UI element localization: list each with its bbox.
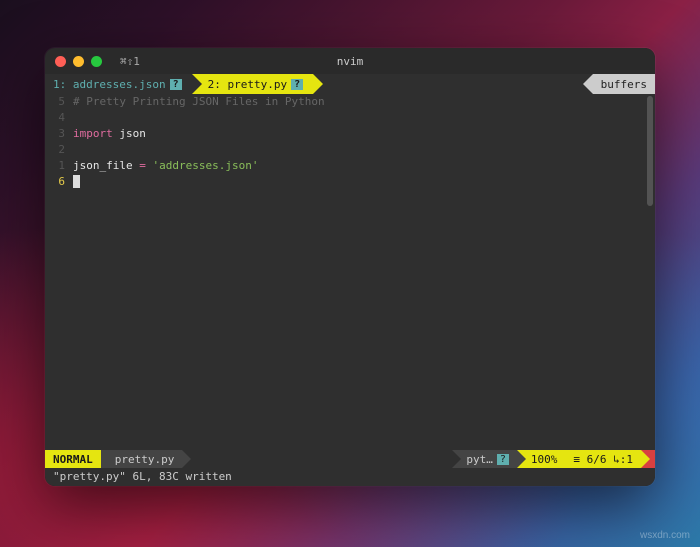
buffer-tab-addresses[interactable]: 1: addresses.json ? bbox=[45, 74, 192, 94]
line-number: 3 bbox=[45, 126, 65, 142]
status-position: ≡ 6/6 ↳:1 bbox=[565, 450, 641, 468]
status-percent: 100% bbox=[517, 450, 566, 468]
status-col-label: ↳:1 bbox=[613, 453, 633, 466]
zoom-icon[interactable] bbox=[91, 56, 102, 67]
terminal-window: ⌘⇧1 nvim 1: addresses.json ? 2: pretty.p… bbox=[45, 48, 655, 486]
code-content[interactable]: # Pretty Printing JSON Files in Python i… bbox=[73, 94, 655, 450]
line-number-gutter: 5 4 3 2 1 6 bbox=[45, 94, 73, 450]
buffer-label: pretty.py bbox=[228, 78, 288, 91]
line-number: 5 bbox=[45, 94, 65, 110]
status-line: NORMAL pretty.py pyt… ? 100% ≡ 6/6 ↳:1 bbox=[45, 450, 655, 468]
code-string: 'addresses.json' bbox=[152, 159, 258, 172]
status-linecount-label: ≡ 6/6 bbox=[573, 453, 606, 466]
filetype-icon: ? bbox=[497, 454, 509, 465]
buffer-tab-pretty[interactable]: 2: pretty.py ? bbox=[192, 74, 314, 94]
status-end-cap bbox=[641, 450, 655, 468]
mode-indicator: NORMAL bbox=[45, 450, 101, 468]
status-right: pyt… ? 100% ≡ 6/6 ↳:1 bbox=[452, 450, 655, 468]
modified-icon: ? bbox=[170, 79, 182, 90]
buffer-index: 2: bbox=[208, 78, 221, 91]
modified-icon: ? bbox=[291, 79, 303, 90]
code-keyword: import bbox=[73, 127, 113, 140]
status-filename: pretty.py bbox=[101, 450, 183, 468]
status-filetype-label: pyt… bbox=[466, 453, 493, 466]
buffers-indicator-label: buffers bbox=[601, 78, 647, 91]
status-filename-label: pretty.py bbox=[115, 453, 175, 466]
line-number: 1 bbox=[45, 158, 65, 174]
close-icon[interactable] bbox=[55, 56, 66, 67]
buffer-index: 1: bbox=[53, 78, 66, 91]
mode-label: NORMAL bbox=[53, 453, 93, 466]
status-filetype: pyt… ? bbox=[452, 450, 517, 468]
command-message: "pretty.py" 6L, 83C written bbox=[53, 470, 232, 483]
scrollbar[interactable] bbox=[647, 96, 653, 206]
buffer-label: addresses.json bbox=[73, 78, 166, 91]
code-variable: json_file bbox=[73, 159, 133, 172]
buffer-line: 1: addresses.json ? 2: pretty.py ? buffe… bbox=[45, 74, 655, 94]
code-module: json bbox=[119, 127, 146, 140]
status-spacer bbox=[182, 450, 452, 468]
window-controls bbox=[55, 56, 102, 67]
status-percent-label: 100% bbox=[531, 453, 558, 466]
editor-pane[interactable]: 5 4 3 2 1 6 # Pretty Printing JSON Files… bbox=[45, 94, 655, 450]
minimize-icon[interactable] bbox=[73, 56, 84, 67]
window-titlebar[interactable]: ⌘⇧1 nvim bbox=[45, 48, 655, 74]
line-number: 4 bbox=[45, 110, 65, 126]
command-line[interactable]: "pretty.py" 6L, 83C written bbox=[45, 468, 655, 486]
window-title: nvim bbox=[337, 55, 364, 68]
current-line-number: 6 bbox=[45, 174, 65, 190]
code-operator: = bbox=[139, 159, 146, 172]
line-number: 2 bbox=[45, 142, 65, 158]
watermark: wsxdn.com bbox=[640, 530, 690, 541]
code-comment: # Pretty Printing JSON Files in Python bbox=[73, 95, 325, 108]
cursor bbox=[73, 175, 80, 188]
buffers-indicator: buffers bbox=[593, 74, 655, 94]
terminal-tab-label[interactable]: ⌘⇧1 bbox=[120, 55, 140, 68]
